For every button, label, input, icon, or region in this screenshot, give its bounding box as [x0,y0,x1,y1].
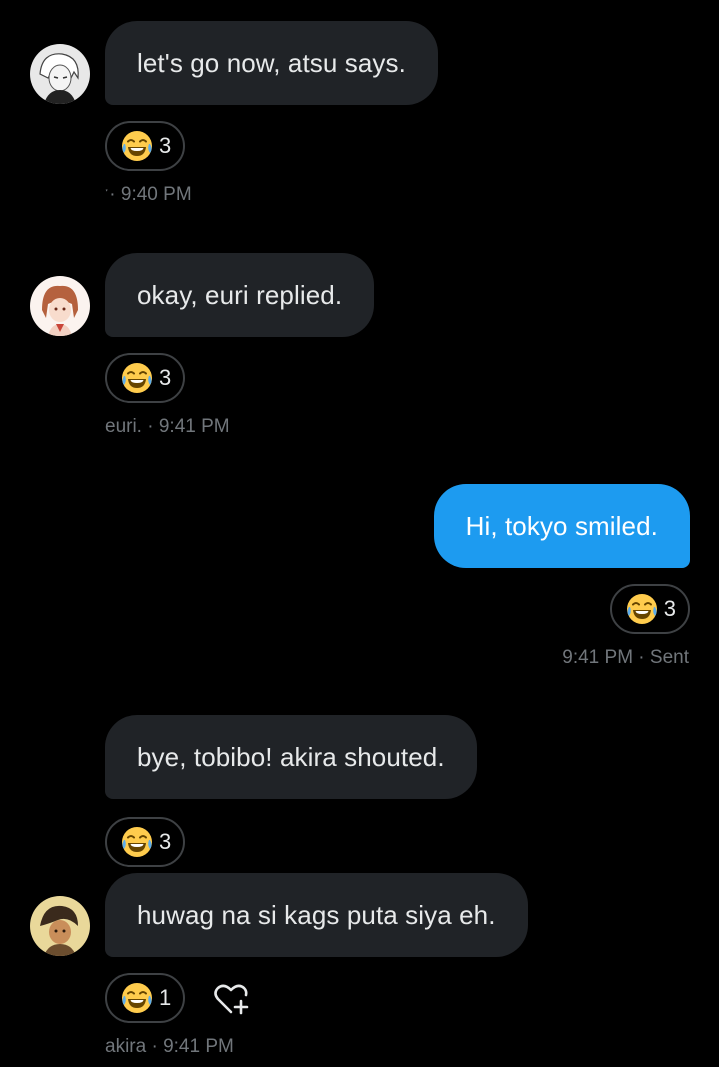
message-bubble-sent[interactable]: Hi, tokyo smiled. [433,484,690,568]
message-meta: ˑ· 9:40 PM [104,184,192,205]
message-bubble[interactable]: huwag na si kags puta siya eh. [105,873,528,957]
message-text: huwag na si kags puta siya eh. [137,899,496,930]
message-text: bye, tobibo! akira shouted. [137,741,445,772]
reaction-pill[interactable]: 1 [105,973,186,1023]
avatar-atsu[interactable] [30,44,90,104]
message-meta: 9:41 PM · Sent [562,647,689,668]
message-text: Hi, tokyo smiled. [465,510,658,541]
message-meta: euri. · 9:41 PM [105,416,230,437]
avatar-image [30,276,90,336]
face-with-tears-of-joy-icon [626,593,658,625]
face-with-tears-of-joy-icon [121,362,153,394]
message-meta: akira · 9:41 PM [105,1036,234,1057]
avatar-akira[interactable] [30,896,90,956]
reaction-count: 1 [159,985,172,1010]
face-with-tears-of-joy-icon [121,826,153,858]
reaction-pill[interactable]: 3 [609,584,690,634]
avatar-euri[interactable] [30,276,90,336]
reaction-pill[interactable]: 3 [105,353,186,403]
face-with-tears-of-joy-icon [121,982,153,1014]
message-text: let's go now, atsu says. [137,47,406,78]
message-text: okay, euri replied. [137,279,343,310]
avatar-image [30,44,90,104]
reaction-pill[interactable]: 3 [105,817,186,867]
reaction-count: 3 [159,829,172,854]
avatar-image [30,896,90,956]
reaction-count: 3 [663,596,676,621]
face-with-tears-of-joy-icon [121,130,153,162]
message-bubble[interactable]: bye, tobibo! akira shouted. [105,715,477,799]
message-bubble[interactable]: okay, euri replied. [105,253,375,337]
reaction-count: 3 [159,365,172,390]
reaction-count: 3 [159,133,172,158]
heart-plus-icon[interactable] [211,979,251,1019]
message-bubble[interactable]: let's go now, atsu says. [105,21,438,105]
reaction-pill[interactable]: 3 [105,121,186,171]
